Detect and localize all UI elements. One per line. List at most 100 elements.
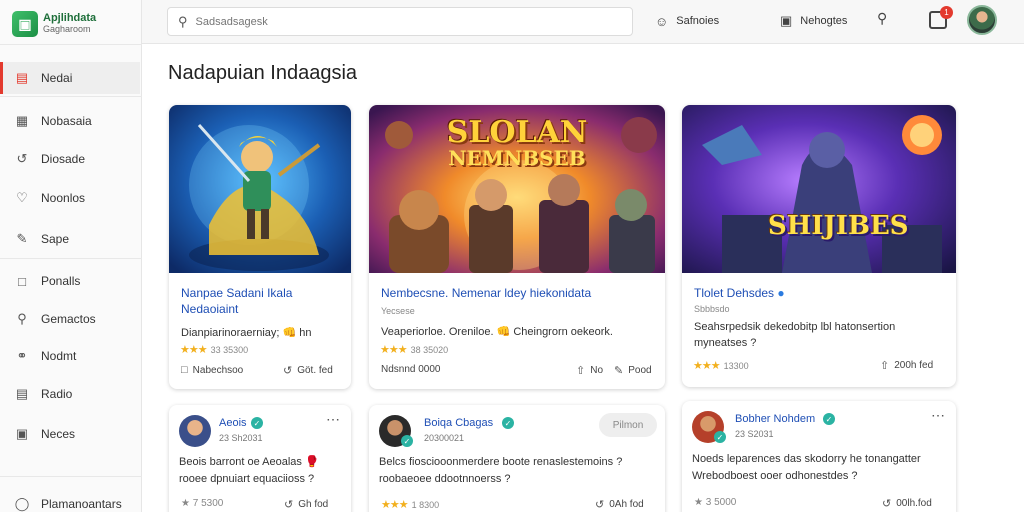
- sidebar-divider: [0, 96, 142, 97]
- app-logo[interactable]: ▣ Apjlihdata Gagharoom: [12, 6, 140, 42]
- pencil-icon: ✎: [16, 231, 28, 246]
- footer-right-text: 200h fed: [894, 360, 934, 371]
- card-footer-right[interactable]: ✎ Pood: [614, 364, 652, 377]
- search-icon: ⚲: [17, 311, 27, 326]
- sidebar-item-label: Noonlos: [41, 191, 86, 205]
- card-meta: Dianpiarinoraerniay; 👊 hn: [181, 327, 312, 339]
- game-artwork: SHIJIBES: [682, 105, 956, 273]
- top-header: ⚲ ☺ Safnoies ▣ Nehogtes ⚲ 1: [142, 0, 1024, 44]
- post-time: 20300021: [424, 433, 465, 443]
- card-title[interactable]: Nembecsne. Nemenar ldey hiekonidata: [381, 285, 591, 301]
- box-icon: ▣: [780, 13, 793, 28]
- store-icon: ▤: [15, 70, 29, 85]
- card-title[interactable]: Nanpae Sadani Ikala: [181, 285, 292, 301]
- verified-icon: ✓: [502, 417, 514, 429]
- rating-stars: ★★★ 33 35300: [180, 343, 248, 356]
- post-card[interactable]: Aeois ✓ 23 Sh2031 ⋯ Beois barront oe Aeo…: [169, 405, 351, 512]
- users-icon: ⚭: [16, 348, 28, 363]
- verified-icon: ✓: [251, 417, 263, 429]
- more-options-icon[interactable]: ⋯: [326, 411, 341, 428]
- app-root: ▣ Apjlihdata Gagharoom ▤ Nedai ▦ Nobasai…: [0, 0, 1024, 512]
- sidebar-item-ponalls[interactable]: □ Ponalls: [0, 265, 140, 297]
- post-time: 23 Sh2031: [219, 433, 263, 443]
- sidebar-item-nodmt[interactable]: ⚭ Nodmt: [0, 340, 140, 372]
- rating-stars: ★★★ 1 8300: [381, 498, 439, 511]
- sidebar-item-plamanoantars[interactable]: ◯ Plamanoantars: [0, 488, 140, 512]
- rating-count: 33 35300: [210, 345, 249, 355]
- card-meta-line2: Veaperiorloe. Oreniloe. 👊 Cheingrorn oek…: [381, 326, 613, 338]
- post-author[interactable]: Aeois: [219, 417, 247, 429]
- post-card[interactable]: ✓ Bobher Nohdem ✓ 23 S2031 ⋯ Noeds lepar…: [682, 401, 956, 512]
- rating-stars-glyphs: ★★★: [380, 344, 408, 356]
- post-share[interactable]: ↺ 00lh.fod: [882, 497, 932, 510]
- nehogtes-button[interactable]: ▣ Nehogtes: [780, 10, 847, 32]
- rating-count: 13300: [723, 361, 749, 371]
- post-time: 23 S2031: [735, 429, 774, 439]
- like-icon: ⇧: [576, 365, 586, 377]
- post-text-line2: Wrebodboest ooer odhonestdes ?: [692, 470, 858, 482]
- sidebar-item-label: Ponalls: [41, 274, 81, 288]
- post-avatar[interactable]: [179, 415, 211, 447]
- card-meta-line3: myneatses ?: [694, 337, 757, 349]
- card-footer-right[interactable]: ⇧ 200h fed: [880, 359, 933, 372]
- search-input[interactable]: [195, 15, 596, 28]
- comment-icon: □: [181, 364, 188, 376]
- page-title: Nadapuian Indaagsia: [168, 62, 358, 84]
- sidebar-item-nedai[interactable]: ▤ Nedai: [0, 62, 140, 94]
- card-title-text: Tlolet Dehsdes: [694, 286, 775, 300]
- sidebar-item-neces[interactable]: ▣ Neces: [0, 418, 140, 450]
- sidebar-item-diosade[interactable]: ↺ Diosade: [0, 143, 140, 175]
- post-text: Belcs fiosciooonmerdere boote renasleste…: [379, 456, 623, 468]
- search-box[interactable]: ⚲: [167, 7, 633, 36]
- sidebar-item-nobasaia[interactable]: ▦ Nobasaia: [0, 105, 140, 137]
- verified-icon: ✓: [823, 413, 835, 425]
- header-search-icon[interactable]: ⚲: [877, 10, 887, 27]
- footer-right-text: Pood: [628, 365, 652, 376]
- card-footer-right[interactable]: ↺ Göt. fed: [283, 364, 333, 377]
- user-avatar[interactable]: [967, 5, 997, 35]
- sidebar-item-label: Nedai: [41, 71, 73, 85]
- sidebar-item-radio[interactable]: ▤ Radio: [0, 378, 140, 410]
- post-card[interactable]: ✓ Boiqa Cbagas ✓ 20300021 Pilmon Belcs f…: [369, 405, 665, 512]
- game-card[interactable]: SLOLAN NEMNBSEB Nembecsne. Nemenar ldey …: [369, 105, 665, 389]
- image-icon: ▦: [15, 113, 29, 128]
- banner-title: SHIJIBES: [768, 211, 909, 241]
- location-icon: ◯: [14, 496, 30, 511]
- card-title-line2[interactable]: Nedaoiaint: [181, 301, 238, 317]
- sidebar-item-label: Plamanoantars: [41, 497, 122, 511]
- game-card[interactable]: SHIJIBES Tlolet Dehsdes ● Sbbbsdo Seahsr…: [682, 105, 956, 387]
- sidebar: ▣ Apjlihdata Gagharoom ▤ Nedai ▦ Nobasai…: [0, 0, 142, 512]
- sidebar-item-label: Radio: [41, 387, 73, 401]
- sidebar-item-label: Sape: [41, 232, 70, 246]
- heart-icon: ♡: [16, 190, 28, 205]
- safnoies-label: Safnoies: [676, 15, 720, 27]
- more-options-icon[interactable]: ⋯: [931, 407, 946, 424]
- sidebar-item-label: Nodmt: [41, 349, 77, 363]
- game-artwork: SLOLAN NEMNBSEB: [369, 105, 665, 273]
- post-share[interactable]: ↺ Gh fod: [284, 498, 328, 511]
- sidebar-item-label: Diosade: [41, 152, 86, 166]
- share-icon: ↺: [595, 499, 605, 511]
- game-artwork: [169, 105, 351, 273]
- post-share[interactable]: ↺ 0Ah fod: [595, 498, 644, 511]
- card-meta-line2: Seahsrpedsik dekedobitp lbl hatonsertion: [694, 321, 896, 333]
- verified-icon: ●: [777, 286, 785, 300]
- doc-icon: ▣: [15, 426, 29, 441]
- sidebar-item-noonlos[interactable]: ♡ Noonlos: [0, 182, 140, 214]
- card-footer-left[interactable]: Ndsnnd 0000: [381, 364, 441, 375]
- card-title[interactable]: Tlolet Dehsdes ●: [694, 285, 785, 301]
- safnoies-button[interactable]: ☺ Safnoies: [655, 10, 719, 32]
- sidebar-item-gemactos[interactable]: ⚲ Gemactos: [0, 303, 140, 335]
- sidebar-item-sape[interactable]: ✎ Sape: [0, 223, 140, 255]
- follow-button[interactable]: Pilmon: [599, 413, 657, 437]
- banner-title: SLOLAN: [446, 115, 588, 150]
- card-footer-mid[interactable]: ⇧ No: [576, 364, 603, 377]
- post-text-line2: roobaeoee ddootnnoerss ?: [379, 473, 511, 485]
- post-author[interactable]: Boiqa Cbagas: [424, 417, 493, 429]
- post-author[interactable]: Bobher Nohdem: [735, 413, 815, 425]
- rating-stars: ★ 3 5000: [694, 497, 737, 508]
- game-card[interactable]: Nanpae Sadani Ikala Nedaoiaint Dianpiari…: [169, 105, 351, 389]
- card-footer-left[interactable]: □ Nabechsoo: [181, 364, 243, 376]
- share-icon: ↺: [284, 499, 294, 511]
- logo-title: Apjlihdata: [43, 12, 97, 24]
